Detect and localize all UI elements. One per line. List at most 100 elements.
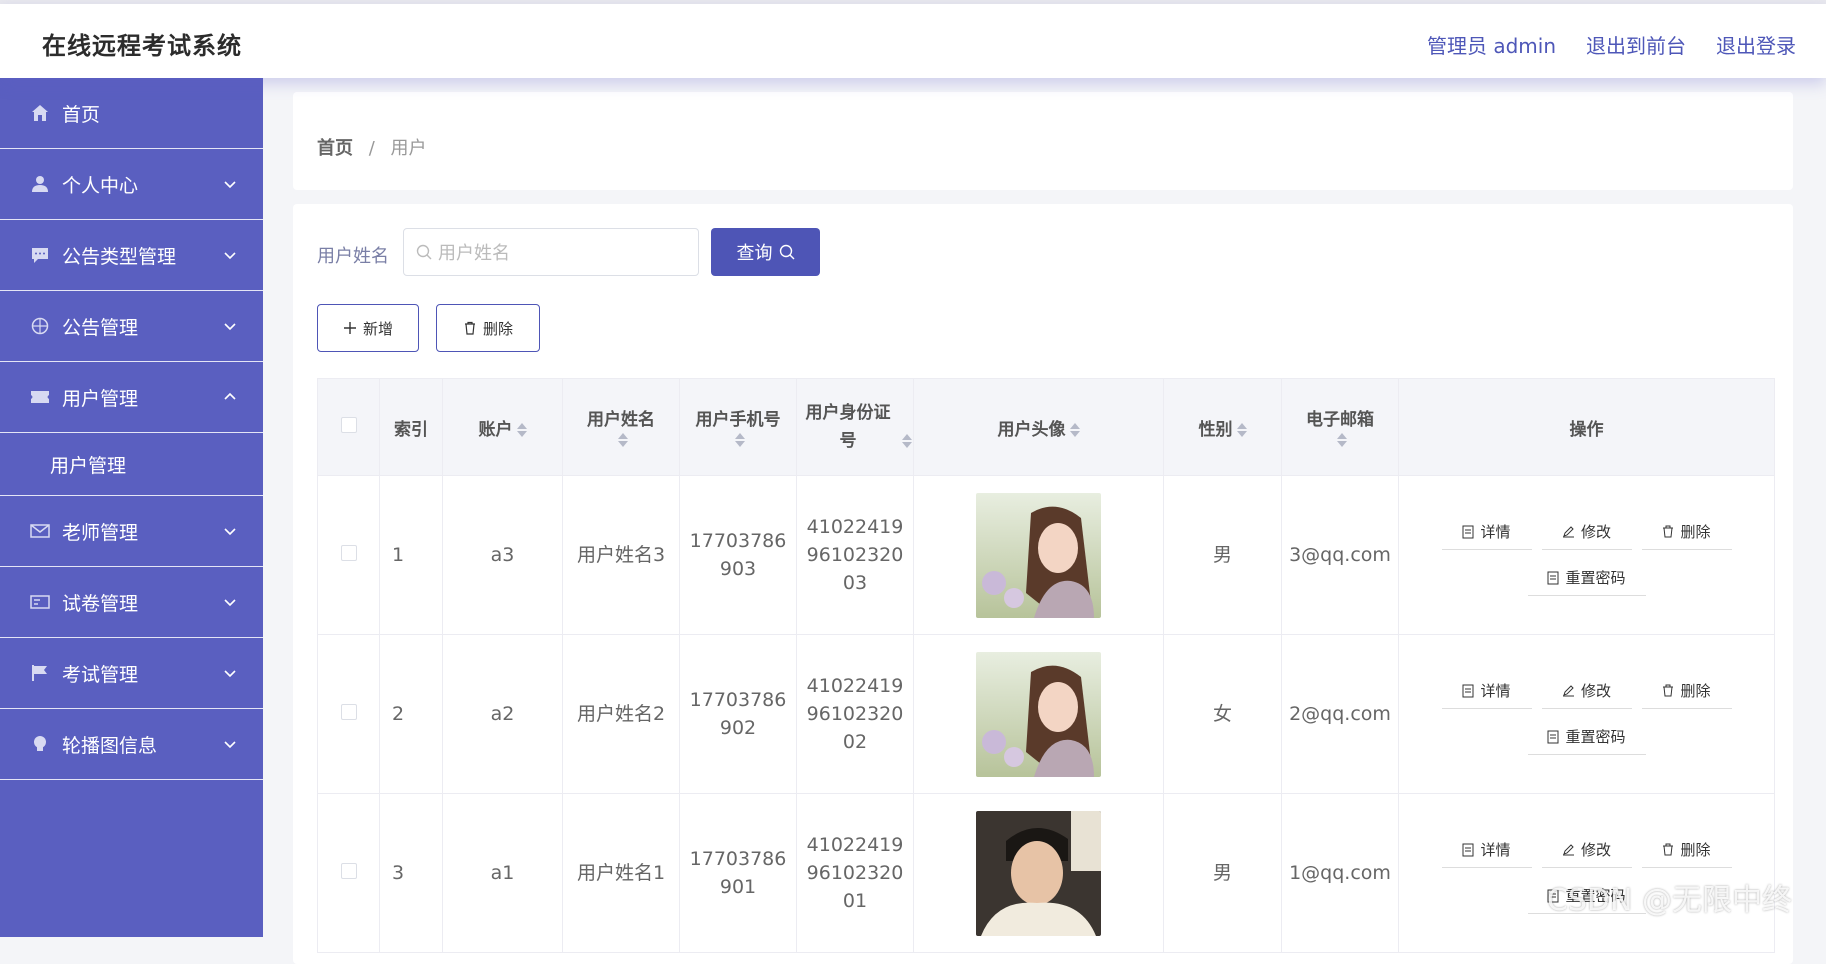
row-checkbox[interactable] bbox=[341, 545, 357, 561]
cell-name: 用户姓名1 bbox=[563, 794, 680, 953]
document-icon bbox=[1547, 730, 1559, 744]
admin-link[interactable]: 管理员 admin bbox=[1427, 30, 1556, 59]
sort-icon[interactable] bbox=[1237, 422, 1247, 438]
table-row: 3 a1 用户姓名1 17703786901 41022419961023200… bbox=[318, 794, 1775, 953]
cell-phone: 17703786903 bbox=[680, 476, 797, 635]
row-select-cell[interactable] bbox=[318, 476, 380, 635]
chat-icon bbox=[30, 245, 50, 265]
exit-front-link[interactable]: 退出到前台 bbox=[1586, 30, 1686, 59]
sort-icon[interactable] bbox=[902, 433, 912, 449]
row-checkbox[interactable] bbox=[341, 863, 357, 879]
search-input[interactable]: 用户姓名 bbox=[403, 228, 699, 276]
chevron-down-icon bbox=[223, 737, 237, 751]
delete-button[interactable]: 删除 bbox=[436, 304, 540, 352]
th-idcard[interactable]: 用户身份证号 bbox=[797, 379, 914, 476]
breadcrumb-home[interactable]: 首页 bbox=[317, 138, 353, 159]
detail-button[interactable]: 详情 bbox=[1442, 673, 1532, 709]
cell-phone: 17703786902 bbox=[680, 635, 797, 794]
query-label: 查询 bbox=[737, 239, 773, 265]
reset-password-button[interactable]: 重置密码 bbox=[1528, 560, 1646, 596]
th-account[interactable]: 账户 bbox=[443, 379, 563, 476]
cell-gender: 女 bbox=[1164, 635, 1282, 794]
select-all-checkbox[interactable] bbox=[341, 417, 357, 433]
chevron-down-icon bbox=[223, 524, 237, 538]
sidebar-item-user-manage[interactable]: 用户管理 bbox=[0, 362, 263, 433]
add-button[interactable]: 新增 bbox=[317, 304, 419, 352]
cell-index: 2 bbox=[380, 635, 443, 794]
sidebar-item-carousel[interactable]: 轮播图信息 bbox=[0, 709, 263, 780]
reset-password-button[interactable]: 重置密码 bbox=[1528, 719, 1646, 755]
avatar[interactable] bbox=[976, 493, 1101, 618]
cell-avatar bbox=[914, 635, 1164, 794]
cell-idcard: 410224199610232001 bbox=[797, 794, 914, 953]
compass-icon bbox=[30, 316, 50, 336]
submenu-user-manage[interactable]: 用户管理 bbox=[0, 433, 263, 496]
delete-row-button[interactable]: 删除 bbox=[1642, 514, 1732, 550]
logout-link[interactable]: 退出登录 bbox=[1716, 30, 1796, 59]
cell-account: a3 bbox=[443, 476, 563, 635]
avatar[interactable] bbox=[976, 652, 1101, 777]
cell-ops: 详情 修改 删除 重置密码 bbox=[1399, 476, 1775, 635]
sidebar-item-teacher[interactable]: 老师管理 bbox=[0, 496, 263, 567]
th-email[interactable]: 电子邮箱 bbox=[1282, 379, 1399, 476]
cell-index: 1 bbox=[380, 476, 443, 635]
edit-button[interactable]: 修改 bbox=[1542, 514, 1632, 550]
row-select-cell[interactable] bbox=[318, 635, 380, 794]
edit-button[interactable]: 修改 bbox=[1542, 673, 1632, 709]
ticket-icon bbox=[30, 387, 50, 407]
search-icon bbox=[779, 244, 795, 260]
main-content: 首页 / 用户 用户姓名 用户姓名 查询 新增 删除 索引 bbox=[263, 78, 1826, 937]
chevron-up-icon bbox=[223, 390, 237, 404]
document-icon bbox=[1547, 571, 1559, 585]
th-phone[interactable]: 用户手机号 bbox=[680, 379, 797, 476]
query-button[interactable]: 查询 bbox=[711, 228, 820, 276]
breadcrumb-current: 用户 bbox=[391, 138, 427, 159]
select-all-cell[interactable] bbox=[318, 379, 380, 476]
cell-index: 3 bbox=[380, 794, 443, 953]
sidebar-item-label: 用户管理 bbox=[62, 384, 138, 411]
sidebar-item-home[interactable]: 首页 bbox=[0, 78, 263, 149]
cell-avatar bbox=[914, 476, 1164, 635]
sidebar-item-exam[interactable]: 考试管理 bbox=[0, 638, 263, 709]
sort-icon[interactable] bbox=[1337, 432, 1347, 448]
header-links: 管理员 admin 退出到前台 退出登录 bbox=[1427, 30, 1796, 59]
sidebar-item-label: 轮播图信息 bbox=[62, 731, 157, 758]
user-icon bbox=[30, 174, 50, 194]
edit-icon bbox=[1562, 525, 1575, 538]
sort-icon[interactable] bbox=[618, 432, 628, 448]
th-avatar[interactable]: 用户头像 bbox=[914, 379, 1164, 476]
submenu-label: 用户管理 bbox=[50, 451, 126, 478]
mail-icon bbox=[30, 521, 50, 541]
cell-email: 1@qq.com bbox=[1282, 794, 1399, 953]
delete-row-button[interactable]: 删除 bbox=[1642, 673, 1732, 709]
sidebar-item-label: 公告类型管理 bbox=[62, 242, 176, 269]
th-name[interactable]: 用户姓名 bbox=[563, 379, 680, 476]
sort-icon[interactable] bbox=[735, 432, 745, 448]
chevron-down-icon bbox=[223, 666, 237, 680]
sidebar-item-notice[interactable]: 公告管理 bbox=[0, 291, 263, 362]
sort-icon[interactable] bbox=[1070, 422, 1080, 438]
home-icon bbox=[30, 103, 50, 123]
detail-button[interactable]: 详情 bbox=[1442, 514, 1532, 550]
sidebar-item-notice-type[interactable]: 公告类型管理 bbox=[0, 220, 263, 291]
cell-account: a2 bbox=[443, 635, 563, 794]
avatar[interactable] bbox=[976, 811, 1101, 936]
edit-button[interactable]: 修改 bbox=[1542, 832, 1632, 868]
sort-icon[interactable] bbox=[517, 422, 527, 438]
detail-button[interactable]: 详情 bbox=[1442, 832, 1532, 868]
sidebar-item-paper[interactable]: 试卷管理 bbox=[0, 567, 263, 638]
sidebar-item-profile[interactable]: 个人中心 bbox=[0, 149, 263, 220]
delete-row-button[interactable]: 删除 bbox=[1642, 832, 1732, 868]
sidebar-item-label: 首页 bbox=[62, 100, 100, 127]
top-header: 在线远程考试系统 管理员 admin 退出到前台 退出登录 bbox=[0, 4, 1826, 78]
document-icon bbox=[1462, 843, 1474, 857]
add-label: 新增 bbox=[363, 318, 393, 339]
row-checkbox[interactable] bbox=[341, 704, 357, 720]
bulb-icon bbox=[30, 734, 50, 754]
th-gender[interactable]: 性别 bbox=[1164, 379, 1282, 476]
search-icon bbox=[416, 244, 432, 260]
row-select-cell[interactable] bbox=[318, 794, 380, 953]
trash-icon bbox=[1662, 525, 1674, 538]
cell-gender: 男 bbox=[1164, 476, 1282, 635]
sidebar-item-label: 老师管理 bbox=[62, 518, 138, 545]
